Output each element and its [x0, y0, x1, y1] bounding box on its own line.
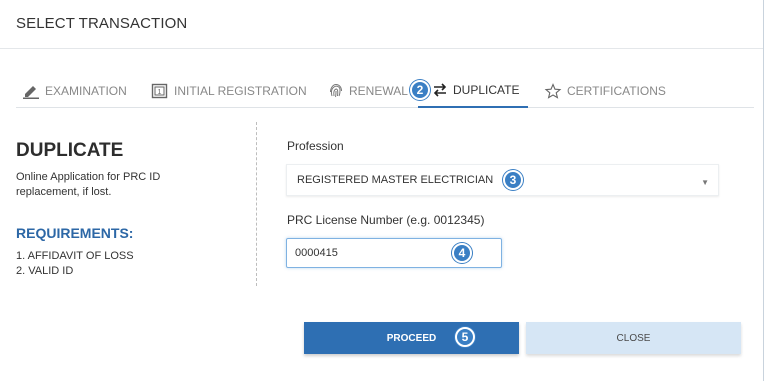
tab-label: CERTIFICATIONS	[567, 84, 666, 98]
fingerprint-icon	[328, 83, 344, 99]
transaction-info: DUPLICATE Online Application for PRC ID …	[16, 140, 246, 279]
tab-examination[interactable]: EXAMINATION	[22, 76, 127, 106]
tab-initial-registration[interactable]: 1 INITIAL REGISTRATION	[151, 76, 307, 106]
requirement-item: 2. VALID ID	[16, 265, 74, 277]
license-number-value: 0000415	[295, 247, 338, 259]
requirement-item: 1. AFFIDAVIT OF LOSS	[16, 250, 134, 262]
profession-value: REGISTERED MASTER ELECTRICIAN	[297, 174, 494, 186]
proceed-label: PROCEED	[386, 332, 437, 344]
transaction-title: DUPLICATE	[16, 140, 124, 161]
select-transaction-modal: SELECT TRANSACTION EXAMINATION 1 INITIAL…	[0, 0, 764, 381]
close-button[interactable]: CLOSE	[526, 322, 741, 354]
step-badge-5: 5	[455, 327, 475, 347]
pencil-icon	[22, 83, 40, 99]
tab-duplicate[interactable]: DUPLICATE	[418, 76, 528, 108]
step-badge-4: 4	[452, 243, 472, 263]
star-outline-icon	[544, 83, 562, 99]
close-label: CLOSE	[616, 332, 651, 344]
tab-label: RENEWAL	[349, 84, 408, 98]
section-divider	[256, 122, 257, 286]
tab-renewal[interactable]: RENEWAL	[328, 76, 408, 106]
tab-label: DUPLICATE	[453, 83, 520, 97]
transaction-tabs: EXAMINATION 1 INITIAL REGISTRATION RENEW…	[16, 76, 754, 108]
svg-text:1: 1	[158, 89, 162, 96]
one-box-icon: 1	[151, 83, 169, 99]
proceed-button[interactable]: PROCEED	[304, 322, 519, 354]
modal-title: SELECT TRANSACTION	[16, 15, 188, 32]
step-badge-3: 3	[503, 170, 523, 190]
swap-arrows-icon	[432, 83, 448, 97]
license-number-label: PRC License Number (e.g. 0012345)	[287, 213, 485, 227]
modal-header: SELECT TRANSACTION	[0, 0, 763, 49]
requirements-heading: REQUIREMENTS:	[16, 225, 134, 241]
caret-down-icon: ▼	[701, 178, 709, 187]
transaction-description: Online Application for PRC ID replacemen…	[16, 171, 161, 198]
tab-certifications[interactable]: CERTIFICATIONS	[544, 76, 666, 106]
step-badge-2: 2	[410, 80, 430, 100]
requirements-list: 1. AFFIDAVIT OF LOSS 2. VALID ID	[16, 249, 246, 279]
tab-label: EXAMINATION	[45, 84, 127, 98]
profession-label: Profession	[287, 139, 344, 153]
tab-label: INITIAL REGISTRATION	[174, 84, 307, 98]
